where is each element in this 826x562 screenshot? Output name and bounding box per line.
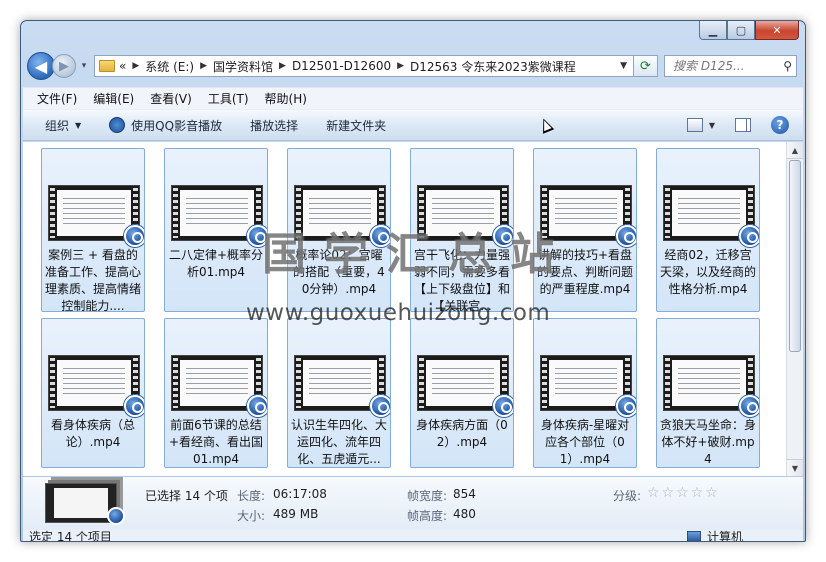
- watermark-url: www.guoxuehuizong.com: [246, 300, 551, 326]
- chevron-down-icon: ▼: [75, 120, 82, 130]
- breadcrumb-drive[interactable]: 系统 (E:): [145, 58, 194, 75]
- file-item[interactable]: 案例三 + 看盘的准备工作、提高心理素质、提高情绪控制能力....: [41, 148, 145, 312]
- frame-width-label: 帧宽度:: [407, 489, 448, 503]
- status-bar: 选定 14 个项目 计算机: [23, 528, 803, 542]
- help-icon[interactable]: ?: [771, 116, 789, 134]
- status-location: 计算机: [686, 528, 743, 542]
- vertical-scrollbar[interactable]: ▲ ▼: [786, 142, 803, 476]
- back-button[interactable]: ◀: [27, 52, 55, 80]
- qq-player-icon: [493, 395, 513, 417]
- file-name: 经商02，迁移宫天梁，以及经商的性格分析.mp4: [660, 248, 757, 296]
- file-item[interactable]: 经商02，迁移宫天梁，以及经商的性格分析.mp4: [656, 148, 760, 312]
- file-name: 看身体疾病（总论）.mp4: [50, 418, 135, 449]
- length-value: 06:17:08: [273, 487, 327, 501]
- breadcrumb-separator: ▶: [279, 61, 286, 71]
- file-name: 二八定律+概率分析01.mp4: [168, 248, 264, 279]
- refresh-icon: ⟳: [640, 58, 651, 74]
- file-item[interactable]: 认识生年四化、大运四化、流年四化、五虎遁元...: [287, 318, 391, 468]
- view-controls: ▼ ?: [686, 116, 789, 134]
- breadcrumb-separator: ▶: [132, 61, 140, 71]
- menu-bar: 文件(F) 编辑(E) 查看(V) 工具(T) 帮助(H): [23, 87, 803, 109]
- new-folder-button[interactable]: 新建文件夹: [326, 117, 386, 134]
- qq-player-icon: [616, 225, 636, 247]
- qq-player-icon: [124, 395, 144, 417]
- file-name: 身体疾病-星曜对应各个部位（01）.mp4: [540, 418, 630, 466]
- rating-stars[interactable]: ☆☆☆☆☆: [647, 485, 720, 501]
- qq-player-icon: [124, 225, 144, 247]
- scrollbar-thumb[interactable]: [789, 160, 801, 352]
- details-pane: 已选择 14 个项 长度: 06:17:08 大小: 489 MB 帧宽度: 8…: [23, 476, 803, 530]
- qq-player-icon: [247, 395, 267, 417]
- refresh-button[interactable]: ⟳: [634, 55, 658, 77]
- change-view-icon[interactable]: [686, 118, 703, 132]
- breadcrumb-current[interactable]: D12563 令东来2023紫微课程: [410, 58, 576, 75]
- qq-play-label: 使用QQ影音播放: [131, 118, 223, 133]
- file-item[interactable]: 看身体疾病（总论）.mp4: [41, 318, 145, 468]
- address-bar[interactable]: « ▶ 系统 (E:) ▶ 国学资料馆 ▶ D12501-D12600 ▶ D1…: [94, 55, 634, 77]
- maximize-button[interactable]: ▢: [727, 21, 755, 40]
- search-input[interactable]: [671, 58, 757, 74]
- breadcrumb-separator: ▶: [200, 61, 207, 71]
- forward-button[interactable]: ▶: [52, 54, 76, 78]
- rating-label: 分级:: [613, 489, 642, 503]
- length-label: 长度:: [237, 489, 266, 503]
- menu-tools[interactable]: 工具(T): [208, 90, 249, 107]
- command-bar: 组织 ▼ 使用QQ影音播放 播放选择 新建文件夹 ▼ ?: [23, 109, 803, 141]
- minimize-button[interactable]: ▁: [699, 21, 727, 40]
- organize-button[interactable]: 组织 ▼: [45, 117, 81, 134]
- chevron-down-icon[interactable]: ▼: [620, 61, 627, 71]
- frame-height-label: 帧高度:: [407, 509, 448, 523]
- history-dropdown[interactable]: ▾: [78, 61, 90, 71]
- file-name: 前面6节课的总结+看经商、看出国01.mp4: [168, 418, 264, 466]
- watermark-title: 国学汇总站: [262, 229, 572, 280]
- file-item[interactable]: 贪狼天马坐命：身体不好+破财.mp4: [656, 318, 760, 468]
- scroll-down-icon[interactable]: ▼: [787, 459, 803, 476]
- breadcrumb-library[interactable]: 国学资料馆: [213, 58, 273, 75]
- file-item[interactable]: 身体疾病方面（02）.mp4: [410, 318, 514, 468]
- qq-player-icon: [616, 395, 636, 417]
- file-name: 贪狼天马坐命：身体不好+破财.mp4: [660, 418, 757, 466]
- organize-label: 组织: [45, 118, 70, 133]
- qq-play-button[interactable]: 使用QQ影音播放: [109, 117, 222, 134]
- qq-player-icon: [109, 117, 126, 133]
- scroll-up-icon[interactable]: ▲: [787, 142, 803, 159]
- qq-player-icon: [739, 225, 759, 247]
- caption-buttons: ▁ ▢ ✕: [699, 21, 799, 40]
- qq-player-icon: [107, 507, 125, 525]
- file-item[interactable]: 前面6节课的总结+看经商、看出国01.mp4: [164, 318, 268, 468]
- close-button[interactable]: ✕: [755, 21, 799, 40]
- play-selection-button[interactable]: 播放选择: [250, 117, 298, 134]
- frame-width-value: 854: [453, 487, 476, 501]
- file-item[interactable]: 身体疾病-星曜对应各个部位（01）.mp4: [533, 318, 637, 468]
- file-name: 身体疾病方面（02）.mp4: [416, 418, 508, 449]
- status-location-label: 计算机: [706, 530, 743, 542]
- frame-height-value: 480: [453, 507, 476, 521]
- breadcrumb-separator: ▶: [397, 61, 405, 71]
- menu-edit[interactable]: 编辑(E): [93, 90, 134, 107]
- file-name: 认识生年四化、大运四化、流年四化、五虎遁元...: [291, 418, 388, 466]
- selected-count: 已选择 14 个项: [145, 489, 228, 503]
- computer-icon: [686, 531, 701, 541]
- qq-player-icon: [370, 395, 390, 417]
- menu-help[interactable]: 帮助(H): [265, 90, 307, 107]
- folder-icon: [99, 60, 115, 72]
- qq-player-icon: [739, 395, 759, 417]
- chevron-down-icon[interactable]: ▼: [709, 121, 715, 130]
- file-name: 案例三 + 看盘的准备工作、提高心理素质、提高情绪控制能力....: [45, 248, 142, 312]
- status-selection: 选定 14 个项目: [29, 530, 112, 542]
- menu-file[interactable]: 文件(F): [37, 90, 77, 107]
- search-box[interactable]: ⚲: [664, 55, 797, 77]
- file-item[interactable]: 二八定律+概率分析01.mp4: [164, 148, 268, 312]
- breadcrumb-overflow[interactable]: «: [119, 59, 126, 73]
- breadcrumb-range[interactable]: D12501-D12600: [292, 59, 391, 73]
- menu-view[interactable]: 查看(V): [150, 90, 192, 107]
- size-label: 大小:: [237, 509, 266, 523]
- preview-pane-icon[interactable]: [735, 118, 751, 132]
- search-icon[interactable]: ⚲: [783, 59, 792, 73]
- size-value: 489 MB: [273, 507, 319, 521]
- navigation-bar: ◀ ▶ ▾ « ▶ 系统 (E:) ▶ 国学资料馆 ▶ D12501-D1260…: [27, 51, 797, 81]
